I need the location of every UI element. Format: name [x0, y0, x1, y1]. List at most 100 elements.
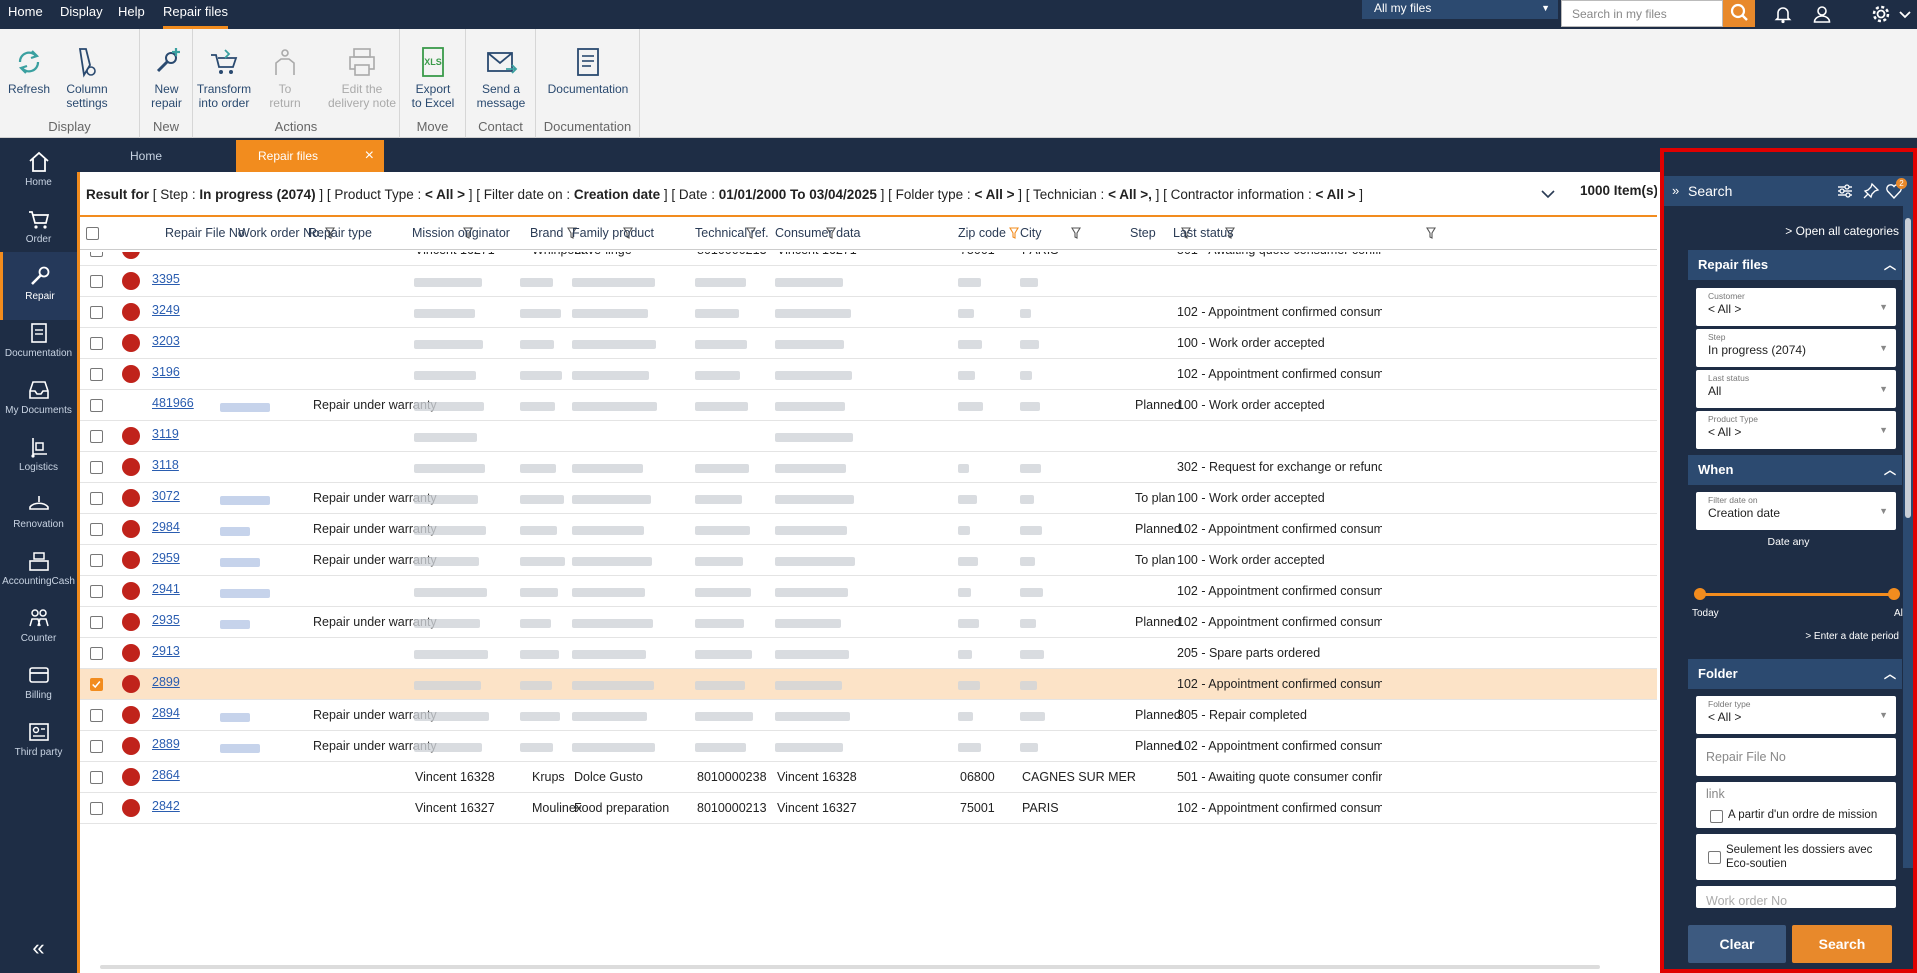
row-checkbox[interactable] [90, 616, 103, 629]
search-button[interactable]: Search [1792, 925, 1892, 963]
repair-file-no-link[interactable]: 2889 [152, 729, 180, 760]
repair-file-no-link[interactable]: 2842 [152, 791, 180, 822]
tab-home[interactable]: Home [110, 140, 250, 172]
product-type-select[interactable]: Product Type < All > ▼ [1696, 411, 1896, 449]
row-checkbox[interactable] [90, 802, 103, 815]
menu-display[interactable]: Display [60, 0, 103, 29]
work-order-no-redacted[interactable] [220, 496, 270, 505]
repair-file-no-link[interactable]: 3249 [152, 295, 180, 326]
table-row[interactable]: Vincent 16271WhirlpoolLave-linge80100002… [80, 252, 1657, 266]
filter-icon[interactable] [1426, 227, 1436, 239]
column-header-technical-ref-[interactable]: Technical ref. [695, 217, 769, 250]
table-row[interactable]: 2959 Repair under warranty To plan 100 - Wo… [80, 545, 1657, 576]
row-checkbox[interactable] [90, 709, 103, 722]
table-row[interactable]: 2864 Vincent 16328 Krups Dolce Gusto 8010000… [80, 762, 1657, 793]
global-search-button[interactable] [1723, 0, 1755, 27]
message-button[interactable]: Send a message [466, 45, 536, 110]
column-header-last-status[interactable]: Last status [1173, 217, 1233, 250]
search-panel-scrollbar[interactable] [1903, 206, 1913, 868]
row-checkbox[interactable] [90, 585, 103, 598]
work-order-no-redacted[interactable] [220, 558, 260, 567]
enter-date-period-link[interactable]: > Enter a date period [1805, 631, 1899, 642]
nav-item-third-party[interactable]: Third party [0, 708, 77, 776]
date-range-slider[interactable] [1694, 588, 1900, 600]
section-repair-files[interactable]: Repair files ︿ [1688, 250, 1902, 280]
row-checkbox[interactable] [90, 306, 103, 319]
table-row[interactable]: 3203 100 - Work order accepted [80, 328, 1657, 359]
folder-type-select[interactable]: Folder type < All > ▼ [1696, 696, 1896, 734]
section-when[interactable]: When ︿ [1688, 455, 1902, 485]
expand-filters-icon[interactable] [1538, 184, 1558, 204]
slider-handle-all[interactable] [1888, 588, 1900, 600]
refresh-button[interactable]: Refresh [0, 45, 58, 96]
column-header-repair-file-no[interactable]: Repair File No [165, 217, 245, 250]
repair-file-no-link[interactable]: 2941 [152, 574, 180, 605]
row-checkbox[interactable] [90, 771, 103, 784]
repair-file-no-link[interactable]: 481966 [152, 388, 194, 419]
column-settings-button[interactable]: Column settings [58, 45, 116, 110]
table-row[interactable]: 3119 [80, 421, 1657, 452]
horizontal-scrollbar[interactable] [100, 965, 1600, 969]
table-row[interactable]: 3072 Repair under warranty To plan 100 - Wo… [80, 483, 1657, 514]
repair-file-no-link[interactable]: 3072 [152, 481, 180, 512]
transform-order-button[interactable]: Transform into order [193, 45, 255, 110]
filter-icon[interactable] [1071, 227, 1081, 239]
slider-handle-today[interactable] [1694, 588, 1706, 600]
repair-file-no-link[interactable]: 2984 [152, 512, 180, 543]
row-checkbox[interactable] [90, 368, 103, 381]
menu-home[interactable]: Home [8, 0, 43, 29]
pin-icon[interactable] [1862, 182, 1880, 200]
select-all-checkbox[interactable] [86, 227, 99, 240]
column-header-brand[interactable]: Brand [530, 217, 563, 250]
row-checkbox[interactable] [90, 740, 103, 753]
repair-file-no-input[interactable]: Repair File No [1696, 738, 1896, 776]
table-row[interactable]: 2889 Repair under warranty Planned 102 - Ap… [80, 731, 1657, 762]
repair-file-no-link[interactable]: 3196 [152, 357, 180, 388]
table-row[interactable]: 3249 102 - Appointment confirmed consumer [80, 297, 1657, 328]
menu-help[interactable]: Help [118, 0, 145, 29]
row-checkbox[interactable] [90, 554, 103, 567]
repair-file-no-link[interactable]: 2913 [152, 636, 180, 667]
global-search-input[interactable]: Search in my files [1561, 0, 1723, 27]
work-order-no-redacted[interactable] [220, 589, 270, 598]
work-order-no-redacted[interactable] [220, 620, 250, 629]
table-row[interactable]: 2913 205 - Spare parts ordered [80, 638, 1657, 669]
repair-file-no-link[interactable]: 3203 [152, 326, 180, 357]
table-row[interactable]: 2894 Repair under warranty Planned 305 - Re… [80, 700, 1657, 731]
collapse-nav-button[interactable]: « [0, 928, 77, 968]
filter-icon[interactable] [1009, 227, 1019, 239]
menu-repair-files[interactable]: Repair files [163, 0, 229, 29]
table-row[interactable]: 2842 Vincent 16327 Moulinex Food preparatio… [80, 793, 1657, 824]
customer-select[interactable]: Customer < All > ▼ [1696, 288, 1896, 326]
row-checkbox[interactable] [90, 252, 103, 257]
chevron-down-icon[interactable] [1898, 4, 1912, 26]
sliders-icon[interactable] [1836, 182, 1854, 200]
double-chevron-right-icon[interactable]: » [1672, 176, 1679, 206]
row-checkbox[interactable] [90, 461, 103, 474]
table-row[interactable]: 2935 Repair under warranty Planned 102 - Ap… [80, 607, 1657, 638]
row-checkbox[interactable] [90, 523, 103, 536]
row-checkbox[interactable] [90, 647, 103, 660]
row-checkbox[interactable] [90, 430, 103, 443]
bell-icon[interactable] [1772, 3, 1794, 25]
scrollbar-thumb[interactable] [1905, 218, 1911, 518]
row-checkbox[interactable] [90, 678, 103, 691]
repair-file-no-link[interactable]: 3119 [152, 419, 179, 450]
user-icon[interactable] [1811, 3, 1833, 25]
work-order-no-redacted[interactable] [220, 744, 260, 753]
repair-file-no-link[interactable]: 3395 [152, 264, 180, 295]
table-row[interactable]: 3118 302 - Request for exchange or refund [80, 452, 1657, 483]
table-row[interactable]: 2899 102 - Appointment confirmed consumer [80, 669, 1657, 700]
repair-file-no-link[interactable]: 2935 [152, 605, 180, 636]
section-folder[interactable]: Folder ︿ [1688, 659, 1902, 689]
column-header-city[interactable]: City [1020, 217, 1042, 250]
new-repair-button[interactable]: New repair [140, 45, 193, 110]
column-header-mission-originator[interactable]: Mission originator [412, 217, 510, 250]
repair-file-no-link[interactable]: 2894 [152, 698, 180, 729]
work-order-no-redacted[interactable] [220, 527, 250, 536]
clear-button[interactable]: Clear [1688, 925, 1786, 963]
table-row[interactable]: 3196 102 - Appointment confirmed consumer [80, 359, 1657, 390]
row-checkbox[interactable] [90, 492, 103, 505]
repair-file-no-link[interactable]: 2899 [152, 667, 180, 698]
table-row[interactable]: 3395 [80, 266, 1657, 297]
